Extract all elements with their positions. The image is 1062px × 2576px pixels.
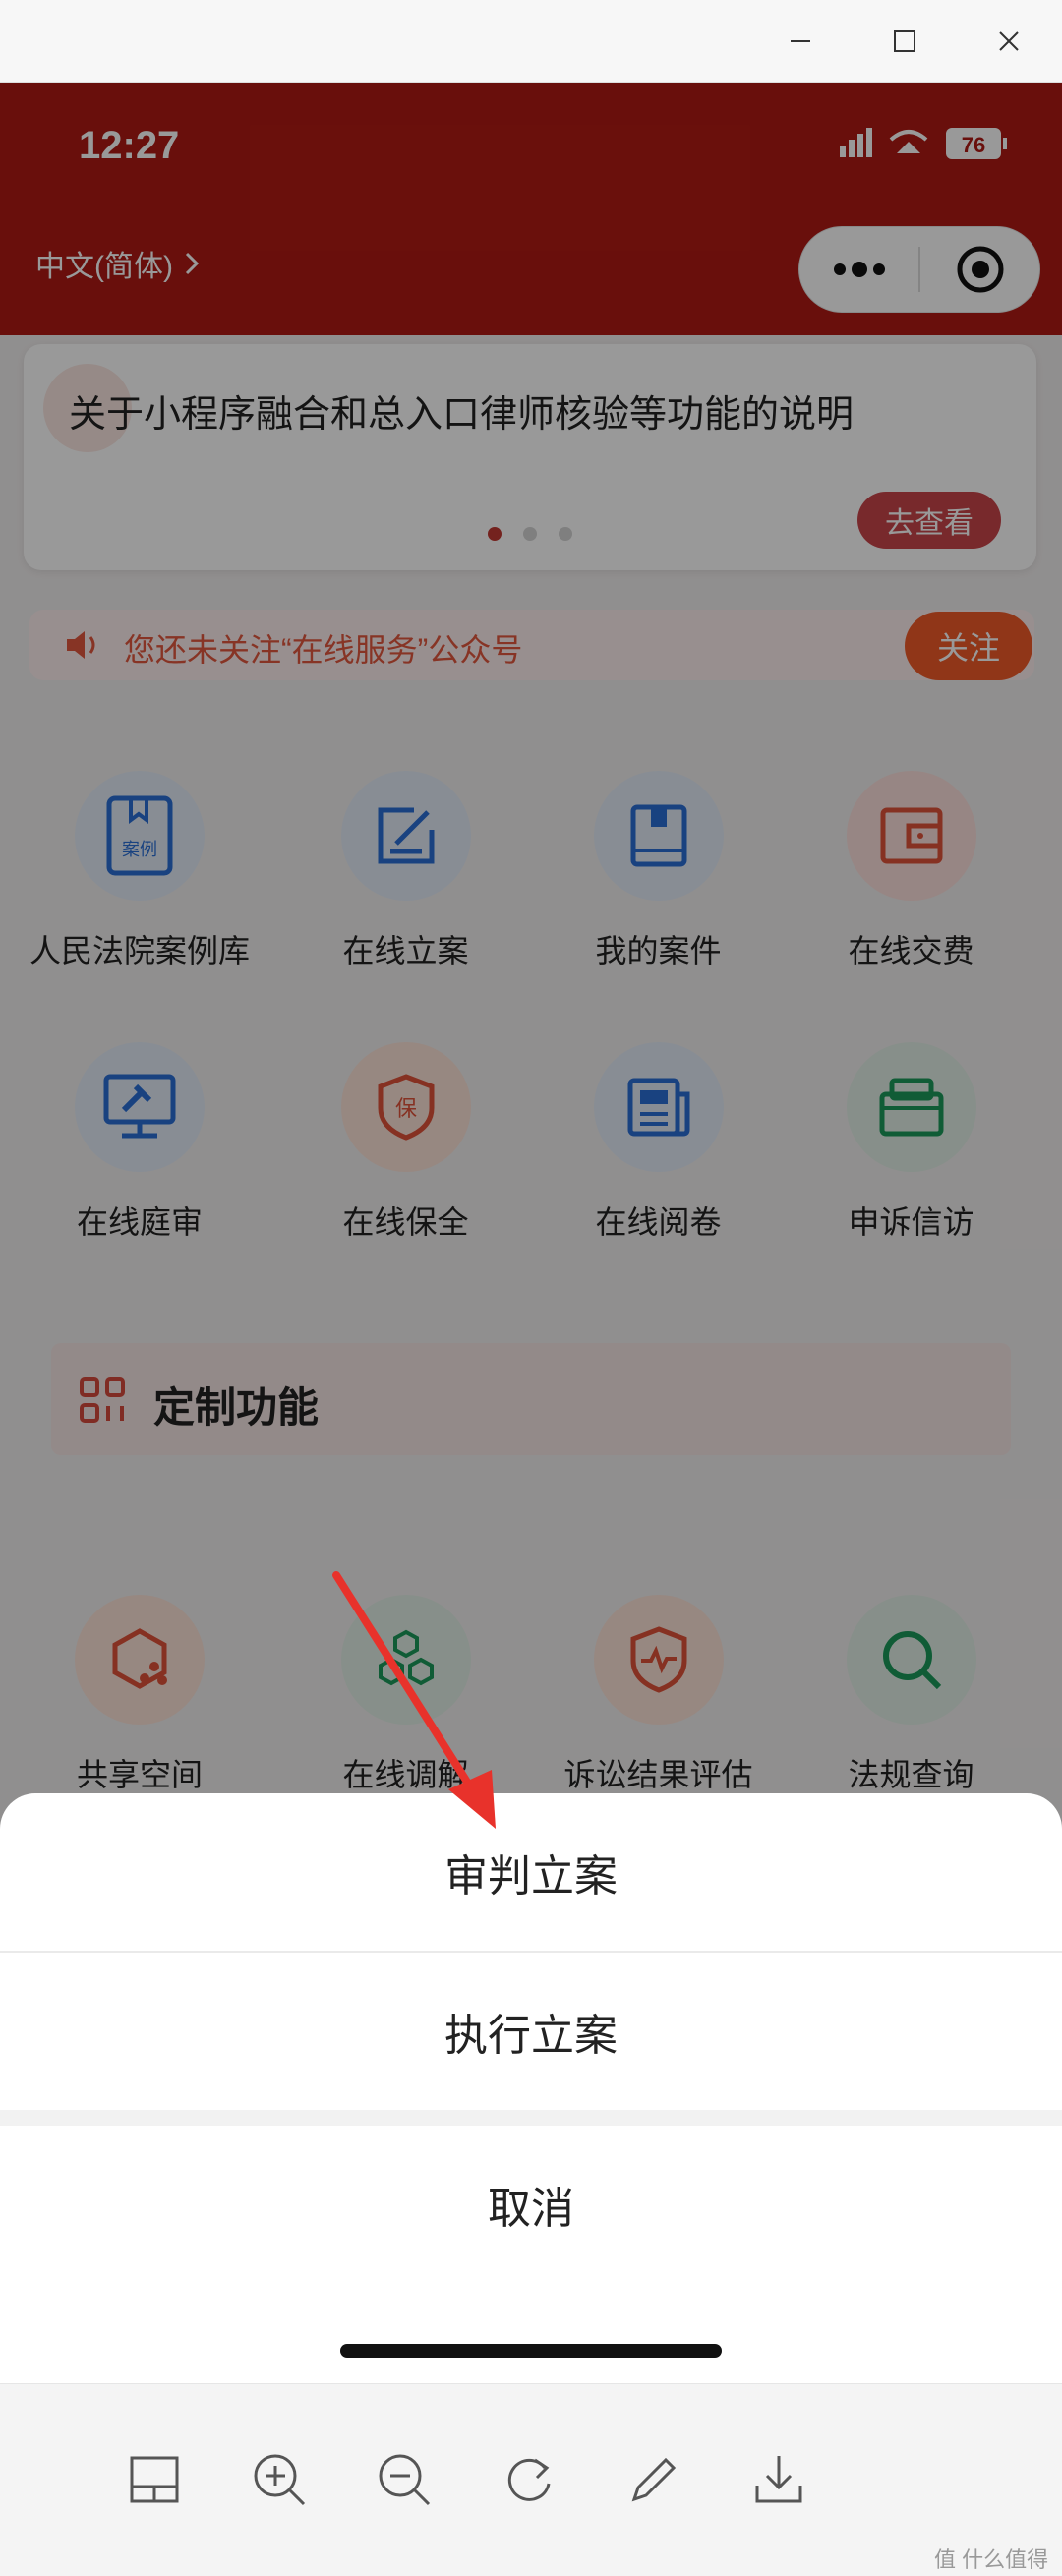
window-title-bar	[0, 0, 1062, 83]
download-icon	[755, 2456, 802, 2503]
execution-filing-option[interactable]: 执行立案	[0, 1953, 1062, 2110]
rotate-icon	[507, 2458, 551, 2501]
trial-filing-option[interactable]: 审判立案	[0, 1793, 1062, 1951]
minimize-icon	[791, 40, 810, 42]
minimize-button[interactable]	[773, 14, 828, 69]
layout-icon	[130, 2456, 179, 2503]
edit-icon	[631, 2457, 677, 2502]
zoom-out-icon	[379, 2454, 431, 2506]
cancel-button[interactable]: 取消	[0, 2126, 1062, 2283]
close-icon	[999, 31, 1019, 51]
sheet-gap	[0, 2110, 1062, 2126]
rotate-button[interactable]	[495, 2445, 563, 2514]
zoom-in-button[interactable]	[245, 2445, 314, 2514]
maximize-button[interactable]	[877, 14, 932, 69]
zoom-out-button[interactable]	[370, 2445, 439, 2514]
download-button[interactable]	[744, 2445, 813, 2514]
layout-button[interactable]	[120, 2445, 189, 2514]
maximize-icon	[894, 30, 915, 52]
action-sheet: 审判立案 执行立案 取消	[0, 1793, 1062, 2383]
viewer-toolbar	[0, 2383, 1062, 2576]
zoom-in-icon	[254, 2454, 306, 2506]
edit-button[interactable]	[620, 2445, 688, 2514]
home-indicator	[340, 2344, 722, 2358]
watermark: 值 什么值得买	[934, 2547, 1049, 2572]
close-button[interactable]	[981, 14, 1036, 69]
